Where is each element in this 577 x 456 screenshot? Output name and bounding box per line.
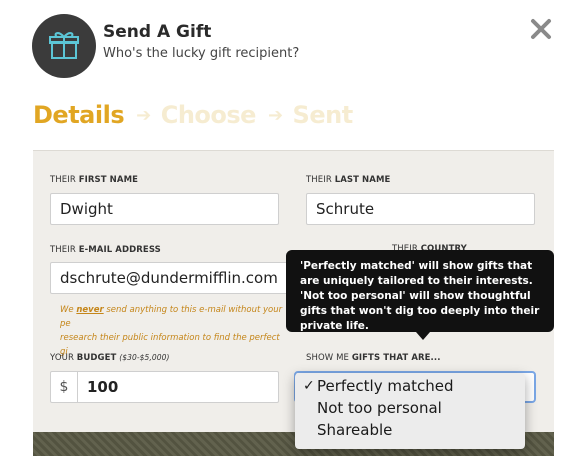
tooltip-arrow (416, 332, 430, 340)
step-arrow-icon: ➔ (136, 104, 151, 126)
close-button[interactable] (528, 16, 554, 42)
dialog-subtitle: Who's the lucky gift recipient? (103, 46, 300, 61)
last-name-label: THEIR LAST NAME (306, 175, 391, 185)
gifts-tooltip: 'Perfectly matched' will show gifts that… (286, 250, 554, 332)
step-arrow-icon: ➔ (267, 104, 283, 126)
step-choose: Choose (160, 101, 257, 129)
step-indicator: Details ➔ Choose ➔ Sent (33, 98, 353, 132)
budget-label: YOUR BUDGET ($30-$5,000) (50, 353, 170, 363)
email-label: THEIR E-MAIL ADDRESS (50, 245, 161, 255)
gifts-label: SHOW ME GIFTS THAT ARE... (306, 353, 441, 363)
currency-symbol: $ (51, 372, 78, 402)
gift-icon (49, 32, 79, 59)
option-shareable[interactable]: Shareable (295, 419, 525, 441)
budget-input[interactable]: $ 100 (50, 371, 279, 403)
budget-value[interactable]: 100 (87, 372, 118, 402)
step-sent: Sent (292, 101, 354, 129)
gifts-dropdown[interactable]: ✓ Perfectly matched Not too personal Sha… (295, 373, 525, 449)
email-input[interactable]: dschrute@dundermifflin.com (50, 262, 300, 294)
first-name-input[interactable]: Dwight (50, 193, 279, 225)
privacy-note: We never send anything to this e-mail wi… (60, 305, 283, 357)
gift-badge (32, 14, 96, 78)
dialog-header: Send A Gift Who's the lucky gift recipie… (0, 0, 577, 92)
option-not-too-personal[interactable]: Not too personal (295, 397, 525, 419)
checkmark-icon: ✓ (303, 378, 315, 394)
last-name-input[interactable]: Schrute (306, 193, 535, 225)
first-name-label: THEIR FIRST NAME (50, 175, 139, 185)
option-perfectly-matched[interactable]: ✓ Perfectly matched (295, 375, 525, 397)
step-details: Details (33, 101, 125, 129)
dialog-title: Send A Gift (103, 22, 212, 42)
close-icon[interactable] (528, 16, 554, 42)
